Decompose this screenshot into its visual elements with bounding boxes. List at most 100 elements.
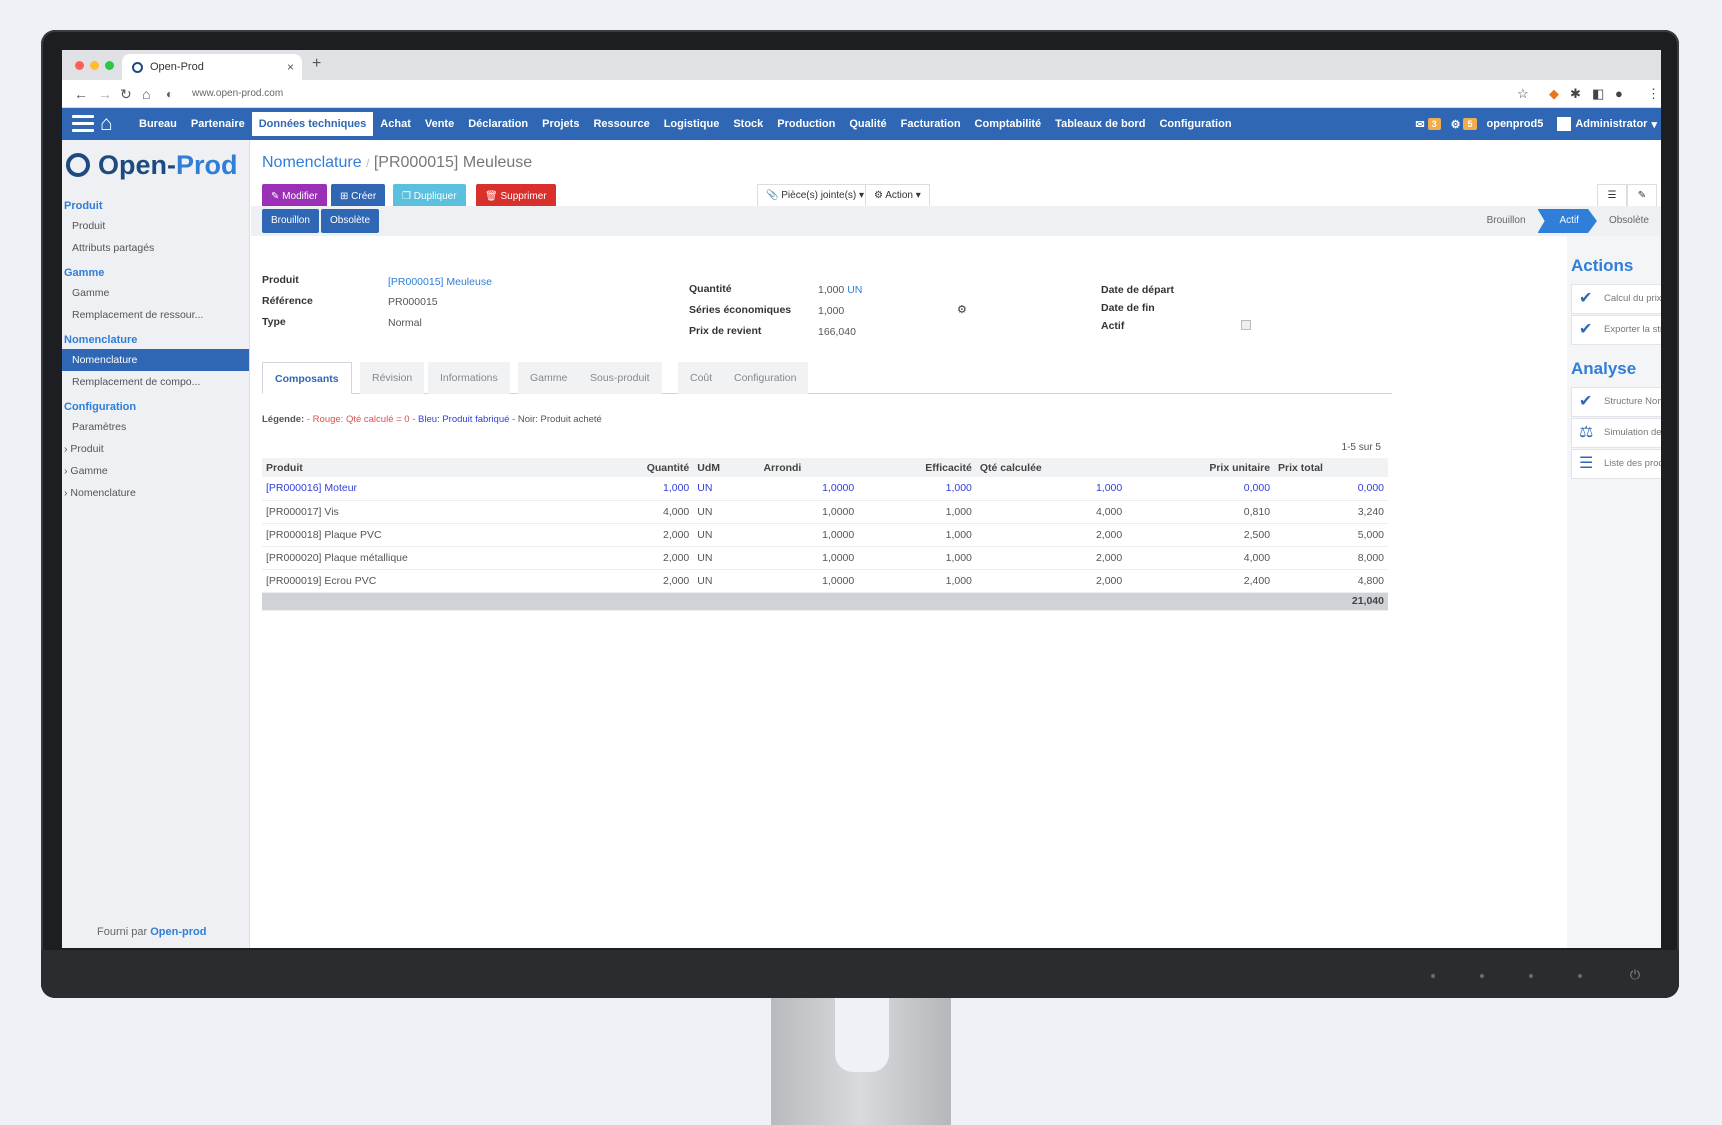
maximize-window-icon[interactable]	[105, 61, 114, 70]
product-list-button[interactable]: ☰Liste des produits	[1571, 449, 1661, 479]
tab-configuration[interactable]: Configuration	[722, 362, 809, 394]
hamburger-menu-icon[interactable]	[72, 115, 94, 133]
messages-icon[interactable]: ✉	[1415, 118, 1424, 131]
extensions-puzzle-icon[interactable]: ✱	[1570, 86, 1581, 102]
column-header-efficacite[interactable]: Efficacité	[858, 458, 976, 477]
menu-projets[interactable]: Projets	[535, 108, 586, 140]
browser-tab[interactable]: Open-Prod ×	[122, 54, 302, 80]
sidebar-item-nomenclature[interactable]: Nomenclature	[62, 349, 249, 371]
pager[interactable]: 1-5 sur 5	[1342, 442, 1381, 453]
tab-sous-produit[interactable]: Sous-produit	[578, 362, 662, 394]
action-dropdown[interactable]: ⚙ Action ▾	[865, 184, 930, 208]
sidepanel-icon[interactable]: ◧	[1592, 86, 1604, 102]
table-cell: 2,400	[1126, 569, 1275, 593]
column-header-produit[interactable]: Produit	[262, 458, 585, 477]
site-info-icon[interactable]: ◐	[166, 87, 173, 101]
breadcrumb-parent[interactable]: Nomenclature	[262, 154, 362, 171]
sidebar-item-remplacement-de-ressour[interactable]: Remplacement de ressour...	[62, 304, 249, 326]
menu-achat[interactable]: Achat	[373, 108, 418, 140]
sidebar-item-gamme[interactable]: › Gamme	[62, 460, 249, 482]
bom-structure-button[interactable]: ✔Structure Nomenclature	[1571, 387, 1661, 417]
home-icon[interactable]: ⌂	[142, 86, 150, 102]
menu-ressource[interactable]: Ressource	[586, 108, 656, 140]
sidebar-group-gamme: Gamme	[64, 267, 105, 279]
home-icon[interactable]: ⌂	[100, 112, 113, 136]
db-name[interactable]: openprod5	[1487, 118, 1544, 130]
menu-bureau[interactable]: Bureau	[132, 108, 184, 140]
menu-logistique[interactable]: Logistique	[657, 108, 727, 140]
sidebar-item-nomenclature[interactable]: › Nomenclature	[62, 482, 249, 504]
tab-revision[interactable]: Révision	[360, 362, 425, 394]
sidebar-item-attributs-partages[interactable]: Attributs partagés	[62, 237, 249, 259]
right-panel: Actions ✔Calcul du prix ✔Exporter la str…	[1567, 236, 1661, 948]
menu-facturation[interactable]: Facturation	[894, 108, 968, 140]
attachments-dropdown[interactable]: 📎 Pièce(s) jointe(s) ▾	[757, 184, 874, 208]
footer-link[interactable]: Open-prod	[150, 926, 206, 938]
bookmark-star-icon[interactable]: ☆	[1517, 86, 1529, 102]
reload-icon[interactable]: ↻	[120, 86, 132, 103]
url-field[interactable]: www.open-prod.com	[192, 88, 283, 99]
column-header-quantite[interactable]: Quantité	[584, 458, 694, 477]
menu-donnees-techniques[interactable]: Données techniques	[251, 112, 374, 136]
menu-declaration[interactable]: Déclaration	[461, 108, 535, 140]
menu-partenaire[interactable]: Partenaire	[184, 108, 252, 140]
obsolete-button[interactable]: Obsolète	[321, 209, 380, 233]
active-checkbox[interactable]	[1241, 320, 1251, 330]
close-window-icon[interactable]	[75, 61, 84, 70]
power-icon[interactable]: ⏻	[1628, 968, 1642, 982]
profile-avatar-icon[interactable]: ●	[1615, 86, 1623, 101]
stage-obsolete[interactable]: Obsolète	[1597, 209, 1661, 233]
export-structure-button[interactable]: ✔Exporter la structure	[1571, 315, 1661, 345]
sidebar-item-parametres[interactable]: Paramètres	[62, 416, 249, 438]
draft-button[interactable]: Brouillon	[262, 209, 319, 233]
tab-gamme[interactable]: Gamme	[518, 362, 580, 394]
cost-simulation-button[interactable]: ⚖Simulation de coût	[1571, 418, 1661, 448]
sidebar-item-produit[interactable]: › Produit	[62, 438, 249, 460]
menu-tableaux-de-bord[interactable]: Tableaux de bord	[1048, 108, 1152, 140]
menu-configuration[interactable]: Configuration	[1152, 108, 1238, 140]
column-header-qte-calculee[interactable]: Qté calculée	[975, 458, 1127, 477]
table-row[interactable]: [PR000019] Ecrou PVC 2,000 UN 1,0000 1,000 2,…	[262, 569, 1388, 593]
stage-pipeline: Brouillon Actif Obsolète	[1475, 209, 1661, 233]
menu-qualite[interactable]: Qualité	[842, 108, 893, 140]
forward-icon[interactable]: →	[98, 86, 112, 102]
sidebar-item-remplacement-de-compo[interactable]: Remplacement de compo...	[62, 371, 249, 393]
browser-menu-icon[interactable]: ⋮	[1647, 86, 1660, 102]
user-menu[interactable]: Administrator	[1575, 118, 1647, 130]
form-sheet: Produit [PR000015] Meuleuse Référence PR…	[251, 236, 1401, 948]
new-tab-icon[interactable]: +	[312, 55, 321, 73]
table-row[interactable]: [PR000017] Vis 4,000 UN 1,0000 1,000 4,000 0,8…	[262, 500, 1388, 524]
user-avatar[interactable]	[1557, 117, 1572, 131]
table-row[interactable]: [PR000020] Plaque métallique 2,000 UN 1,000…	[262, 546, 1388, 570]
tab-informations[interactable]: Informations	[428, 362, 510, 394]
sidebar-item-gamme[interactable]: Gamme	[62, 282, 249, 304]
tab-cout[interactable]: Coût	[678, 362, 725, 394]
column-header-udm[interactable]: UdM	[693, 458, 760, 477]
list-view-icon[interactable]: ☰	[1597, 184, 1627, 208]
menu-vente[interactable]: Vente	[418, 108, 461, 140]
compute-price-button[interactable]: ✔ Calcul du prix	[1571, 284, 1661, 314]
stage-draft[interactable]: Brouillon	[1475, 209, 1538, 233]
activities-gear-icon[interactable]: ⚙	[1451, 118, 1461, 131]
column-header-arrondi[interactable]: Arrondi	[759, 458, 859, 477]
table-row[interactable]: [PR000016] Moteur 1,000 UN 1,0000 1,000 1,000…	[262, 477, 1388, 501]
menu-comptabilite[interactable]: Comptabilité	[968, 108, 1049, 140]
close-tab-icon[interactable]: ×	[287, 60, 294, 74]
table-row[interactable]: [PR000018] Plaque PVC 2,000 UN 1,0000 1,000 2…	[262, 523, 1388, 547]
stage-active[interactable]: Actif	[1537, 209, 1597, 233]
menu-production[interactable]: Production	[770, 108, 842, 140]
product-value[interactable]: [PR000015] Meuleuse	[388, 276, 492, 288]
open-prod-logo[interactable]: Open-Prod	[66, 150, 238, 181]
column-header-prix-unitaire[interactable]: Prix unitaire	[1126, 458, 1275, 477]
sidebar-item-produit[interactable]: Produit	[62, 215, 249, 237]
extension-fox-icon[interactable]: ◆	[1549, 86, 1559, 102]
form-view-icon[interactable]: ✎	[1627, 184, 1657, 208]
caret-down-icon[interactable]: ▾	[1651, 118, 1657, 131]
reference-label: Référence	[262, 295, 313, 307]
minimize-window-icon[interactable]	[90, 61, 99, 70]
menu-stock[interactable]: Stock	[726, 108, 770, 140]
gear-icon[interactable]: ⚙	[957, 303, 967, 316]
back-icon[interactable]: ←	[74, 86, 88, 102]
column-header-prix-total[interactable]: Prix total	[1274, 458, 1388, 477]
tab-composants[interactable]: Composants	[262, 362, 352, 394]
